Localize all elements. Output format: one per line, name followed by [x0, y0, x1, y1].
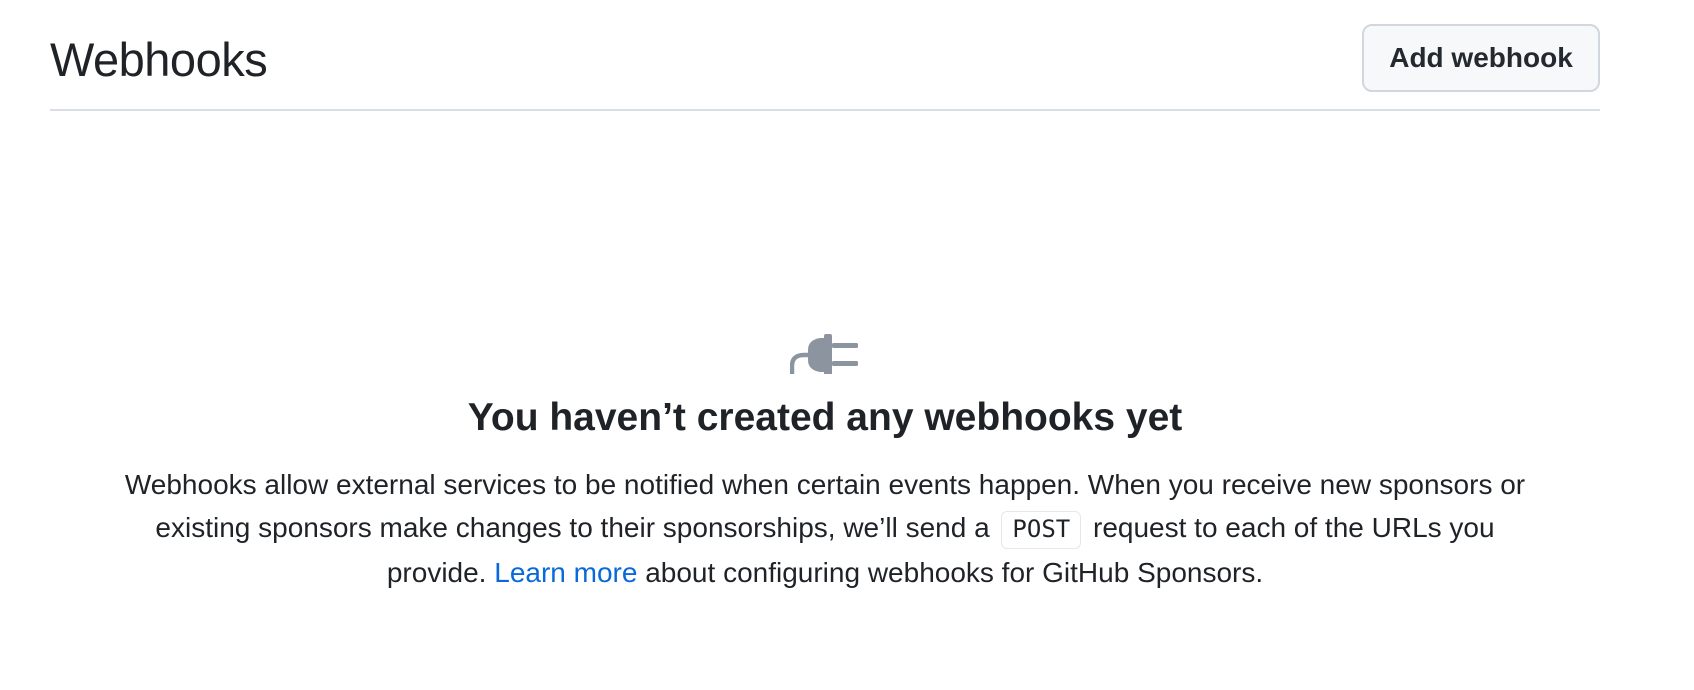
blankslate: You haven’t created any webhooks yet Web… — [50, 111, 1600, 671]
plug-icon — [790, 334, 858, 374]
blankslate-title: You haven’t created any webhooks yet — [467, 396, 1183, 439]
blankslate-description: Webhooks allow external services to be n… — [120, 463, 1530, 594]
add-webhook-button[interactable]: Add webhook — [1362, 24, 1600, 92]
description-text-3: about configuring webhooks for GitHub Sp… — [645, 557, 1264, 588]
page-title: Webhooks — [50, 33, 268, 86]
post-code: POST — [1001, 511, 1082, 549]
learn-more-link[interactable]: Learn more — [494, 557, 637, 588]
webhooks-header: Webhooks Add webhook — [50, 0, 1600, 111]
